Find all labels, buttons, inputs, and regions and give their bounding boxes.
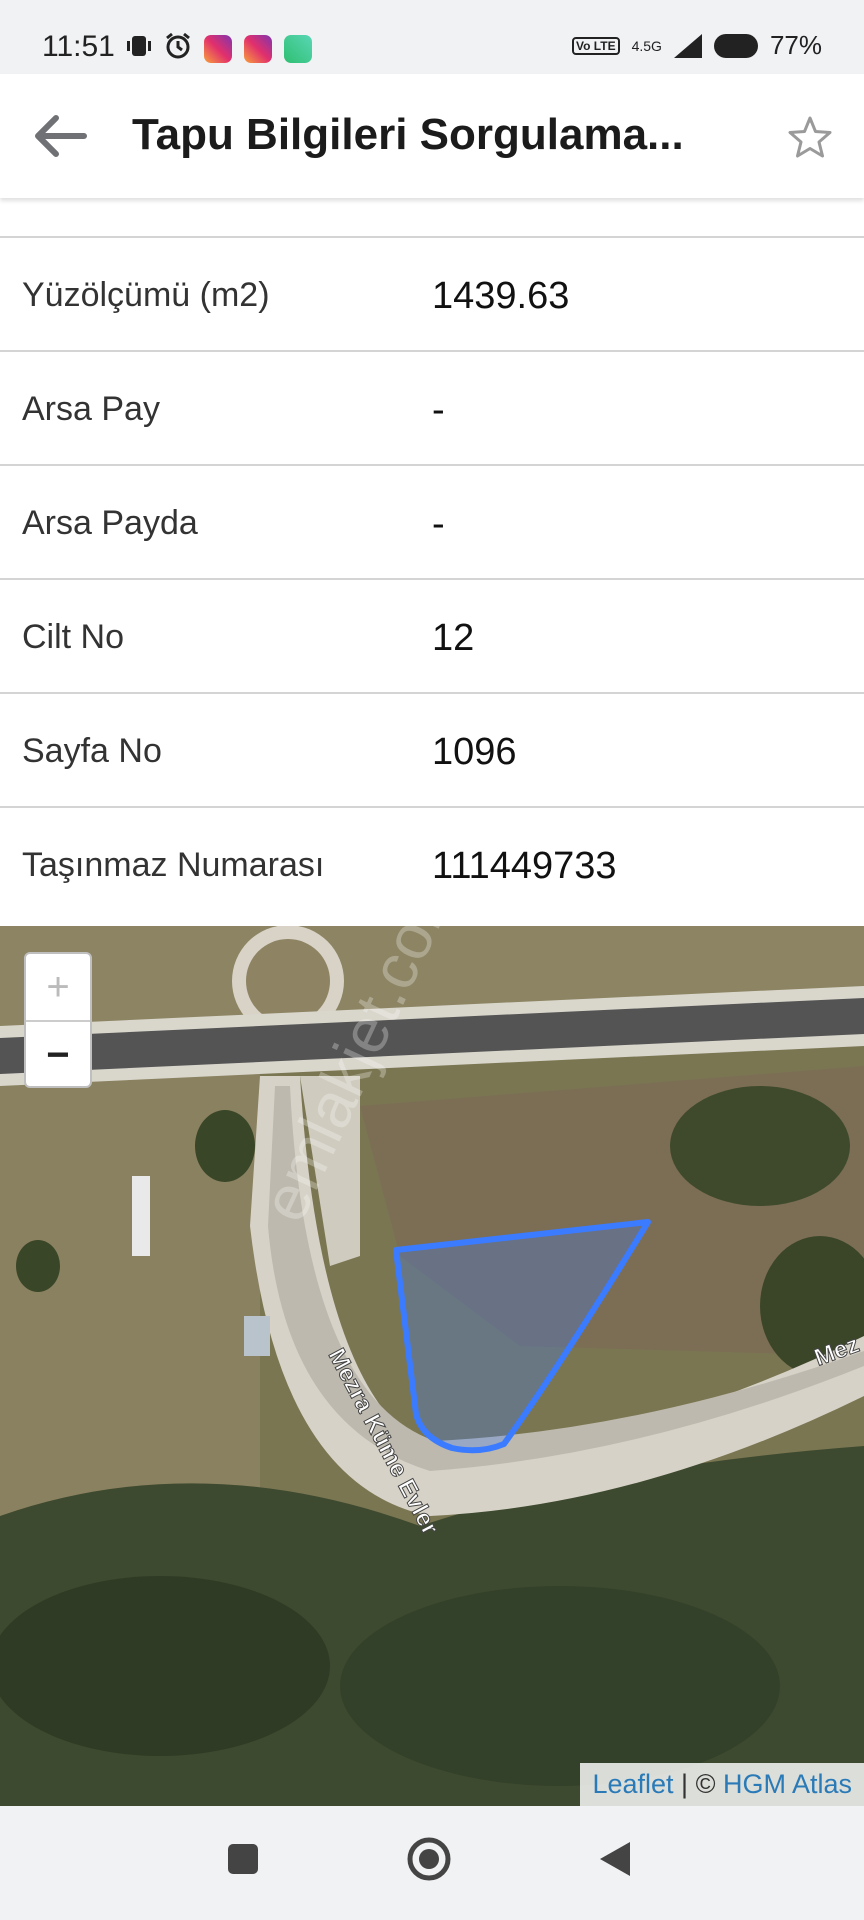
status-bar: 11:51 Vo LTE 4.5G 77% xyxy=(0,0,864,74)
layers-app-icon xyxy=(284,34,312,63)
back-arrow-icon xyxy=(35,115,87,157)
volte-indicator: Vo LTE xyxy=(572,36,620,55)
detail-label: Taşınmaz Numarası xyxy=(22,846,325,884)
battery-icon xyxy=(713,33,758,58)
detail-value: 12 xyxy=(432,617,475,659)
status-time: 11:51 xyxy=(42,30,115,63)
detail-label: Arsa Payda xyxy=(22,504,198,542)
circle-icon xyxy=(407,1837,451,1881)
star-outline-icon xyxy=(788,116,832,158)
notification-icons xyxy=(126,32,312,65)
zoom-out-button[interactable]: − xyxy=(26,1022,90,1088)
leaflet-link[interactable]: Leaflet xyxy=(592,1769,673,1799)
detail-row-arsa-payda: Arsa Payda - xyxy=(0,464,864,578)
zoom-in-button[interactable]: + xyxy=(26,954,90,1022)
alarm-icon xyxy=(164,32,192,65)
detail-label: Arsa Pay xyxy=(22,390,160,428)
back-button[interactable] xyxy=(34,112,90,160)
battery-level: 77% xyxy=(769,30,822,60)
status-right: Vo LTE 4.5G 77% xyxy=(572,30,822,61)
satellite-imagery: Mezra Küme Evler Mez emlakjet.com xyxy=(0,926,864,1806)
property-details-table: Yüzölçümü (m2) 1439.63 Arsa Pay - Arsa P… xyxy=(0,236,864,920)
triangle-back-icon xyxy=(600,1842,630,1876)
recent-apps-button[interactable] xyxy=(226,1842,260,1881)
system-back-button[interactable] xyxy=(598,1840,632,1883)
detail-row-cilt-no: Cilt No 12 xyxy=(0,578,864,692)
zoom-control: + − xyxy=(24,952,92,1088)
detail-value: - xyxy=(432,389,445,431)
hgm-atlas-link[interactable]: HGM Atlas xyxy=(723,1769,852,1799)
parcel-map[interactable]: Mezra Küme Evler Mez emlakjet.com + − Le… xyxy=(0,926,864,1806)
detail-label: Yüzölçümü (m2) xyxy=(22,276,270,314)
detail-value: 1096 xyxy=(432,731,517,773)
detail-value: 1439.63 xyxy=(432,275,570,317)
instagram-icon xyxy=(244,34,272,63)
app-bar: Tapu Bilgileri Sorgulama... xyxy=(0,74,864,198)
detail-row-arsa-pay: Arsa Pay - xyxy=(0,350,864,464)
attribution-separator: | © xyxy=(673,1769,723,1799)
signal-icon xyxy=(673,33,702,58)
network-type: 4.5G xyxy=(631,37,662,54)
detail-label: Cilt No xyxy=(22,618,125,656)
detail-row-area: Yüzölçümü (m2) 1439.63 xyxy=(0,236,864,350)
page-title: Tapu Bilgileri Sorgulama... xyxy=(132,110,684,159)
favorite-button[interactable] xyxy=(786,114,834,162)
detail-value: - xyxy=(432,503,445,545)
detail-value: 111449733 xyxy=(432,845,617,887)
navigation-bar xyxy=(0,1806,864,1920)
detail-row-tasinmaz-no: Taşınmaz Numarası 111449733 xyxy=(0,806,864,920)
detail-row-sayfa-no: Sayfa No 1096 xyxy=(0,692,864,806)
vibrate-icon xyxy=(126,32,152,65)
square-icon xyxy=(228,1844,258,1874)
home-button[interactable] xyxy=(406,1836,452,1887)
instagram-icon xyxy=(204,34,232,63)
detail-label: Sayfa No xyxy=(22,732,162,770)
map-attribution: Leaflet | © HGM Atlas xyxy=(580,1763,864,1806)
